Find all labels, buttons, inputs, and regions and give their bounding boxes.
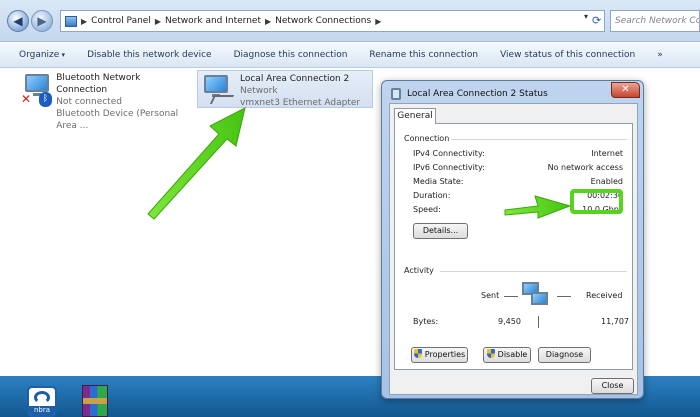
diagnose-connection-button[interactable]: Diagnose this connection: [234, 50, 348, 60]
sent-label: Sent: [481, 291, 500, 300]
activity-line: [504, 296, 518, 297]
connection-item-bluetooth[interactable]: ✕ ᛒ Bluetooth Network Connection Not con…: [21, 72, 191, 132]
rename-connection-button[interactable]: Rename this connection: [369, 50, 478, 60]
media-state-value: Enabled: [590, 177, 623, 186]
connection-group-label: Connection: [404, 134, 450, 143]
bluetooth-icon: ᛒ: [39, 92, 52, 107]
dialog-close-button[interactable]: ✕: [611, 82, 640, 98]
search-input[interactable]: Search Network Connections: [610, 10, 700, 32]
disable-device-button[interactable]: Disable this network device: [87, 50, 212, 60]
shield-icon: [413, 349, 422, 358]
group-divider: [451, 139, 627, 140]
properties-label: Properties: [424, 350, 466, 359]
nimbra-icon-label: nbra: [29, 406, 55, 415]
refresh-button[interactable]: ⟳: [592, 10, 606, 32]
details-button[interactable]: Details...: [413, 223, 468, 239]
organize-menu[interactable]: Organize: [19, 50, 65, 60]
connection-device: vmxnet3 Ethernet Adapter: [240, 98, 361, 108]
view-status-button[interactable]: View status of this connection: [500, 50, 635, 60]
forward-arrow-icon: ▶: [37, 14, 47, 28]
close-x-icon: ✕: [621, 84, 630, 95]
breadcrumb-separator[interactable]: ▶: [375, 17, 381, 26]
tab-general[interactable]: General: [394, 108, 436, 124]
disconnected-x-icon: ✕: [21, 92, 32, 106]
control-panel-icon: [65, 15, 77, 27]
winrar-desktop-icon[interactable]: [82, 385, 108, 417]
diagnose-button[interactable]: Diagnose: [538, 347, 591, 363]
connection-status: Not connected: [56, 97, 122, 107]
network-adapter-icon: ✕ ᛒ: [21, 72, 52, 107]
nimbra-desktop-icon[interactable]: nbra: [27, 386, 57, 417]
breadcrumb-network-connections[interactable]: Network Connections: [275, 16, 371, 26]
tab-panel: Connection IPv4 Connectivity: Internet I…: [394, 123, 633, 370]
speed-highlight-box: [570, 189, 623, 214]
breadcrumb-separator[interactable]: ▶: [265, 17, 271, 26]
properties-button[interactable]: Properties: [411, 347, 468, 363]
disable-label: Disable: [497, 350, 528, 359]
back-button[interactable]: ◀: [7, 10, 29, 32]
connection-item-local-area-2[interactable]: Local Area Connection 2 Network vmxnet3 …: [197, 70, 373, 108]
close-button[interactable]: Close: [591, 378, 634, 394]
bytes-sent-value: 9,450: [498, 317, 521, 326]
media-state-label: Media State:: [413, 177, 464, 186]
bytes-received-value: 11,707: [601, 317, 629, 326]
dialog-body: General Connection IPv4 Connectivity: In…: [389, 103, 638, 395]
more-commands-button[interactable]: »: [657, 50, 663, 60]
received-label: Received: [586, 291, 623, 300]
status-dialog: Local Area Connection 2 Status ✕ General…: [381, 80, 644, 399]
connection-status: Network: [240, 86, 278, 96]
activity-group-label: Activity: [404, 266, 434, 275]
command-bar: Organize Disable this network device Dia…: [0, 43, 700, 68]
network-adapter-icon: [391, 88, 401, 100]
speed-label: Speed:: [413, 205, 441, 214]
group-divider: [440, 271, 627, 272]
connection-name: Local Area Connection 2: [240, 74, 350, 84]
breadcrumb-separator[interactable]: ▶: [81, 17, 87, 26]
breadcrumb-separator[interactable]: ▶: [155, 17, 161, 26]
duration-label: Duration:: [413, 191, 451, 200]
breadcrumb[interactable]: ▶ Control Panel ▶ Network and Internet ▶…: [60, 10, 605, 32]
breadcrumb-network-and-internet[interactable]: Network and Internet: [165, 16, 261, 26]
activity-computer-icon: [531, 292, 548, 305]
shield-icon: [486, 349, 495, 358]
refresh-icon: ⟳: [592, 14, 602, 27]
dialog-title-text: Local Area Connection 2 Status: [407, 89, 548, 99]
address-dropdown-button[interactable]: ▾: [584, 12, 588, 21]
disable-button[interactable]: Disable: [483, 347, 531, 363]
ipv4-value: Internet: [591, 149, 623, 158]
ipv6-label: IPv6 Connectivity:: [413, 163, 485, 172]
dialog-title: Local Area Connection 2 Status: [391, 88, 548, 100]
bytes-label: Bytes:: [413, 317, 439, 326]
forward-button[interactable]: ▶: [31, 10, 53, 32]
network-adapter-icon: [200, 73, 235, 107]
breadcrumb-control-panel[interactable]: Control Panel: [91, 16, 151, 26]
ipv4-label: IPv4 Connectivity:: [413, 149, 485, 158]
back-arrow-icon: ◀: [13, 14, 23, 28]
activity-line: [557, 296, 571, 297]
address-bar: ◀ ▶ ▶ Control Panel ▶ Network and Intern…: [0, 0, 700, 42]
bytes-divider: [538, 316, 539, 328]
connection-name: Bluetooth Network Connection: [56, 73, 141, 95]
ipv6-value: No network access: [547, 163, 623, 172]
connection-device: Bluetooth Device (Personal Area ...: [56, 109, 179, 131]
